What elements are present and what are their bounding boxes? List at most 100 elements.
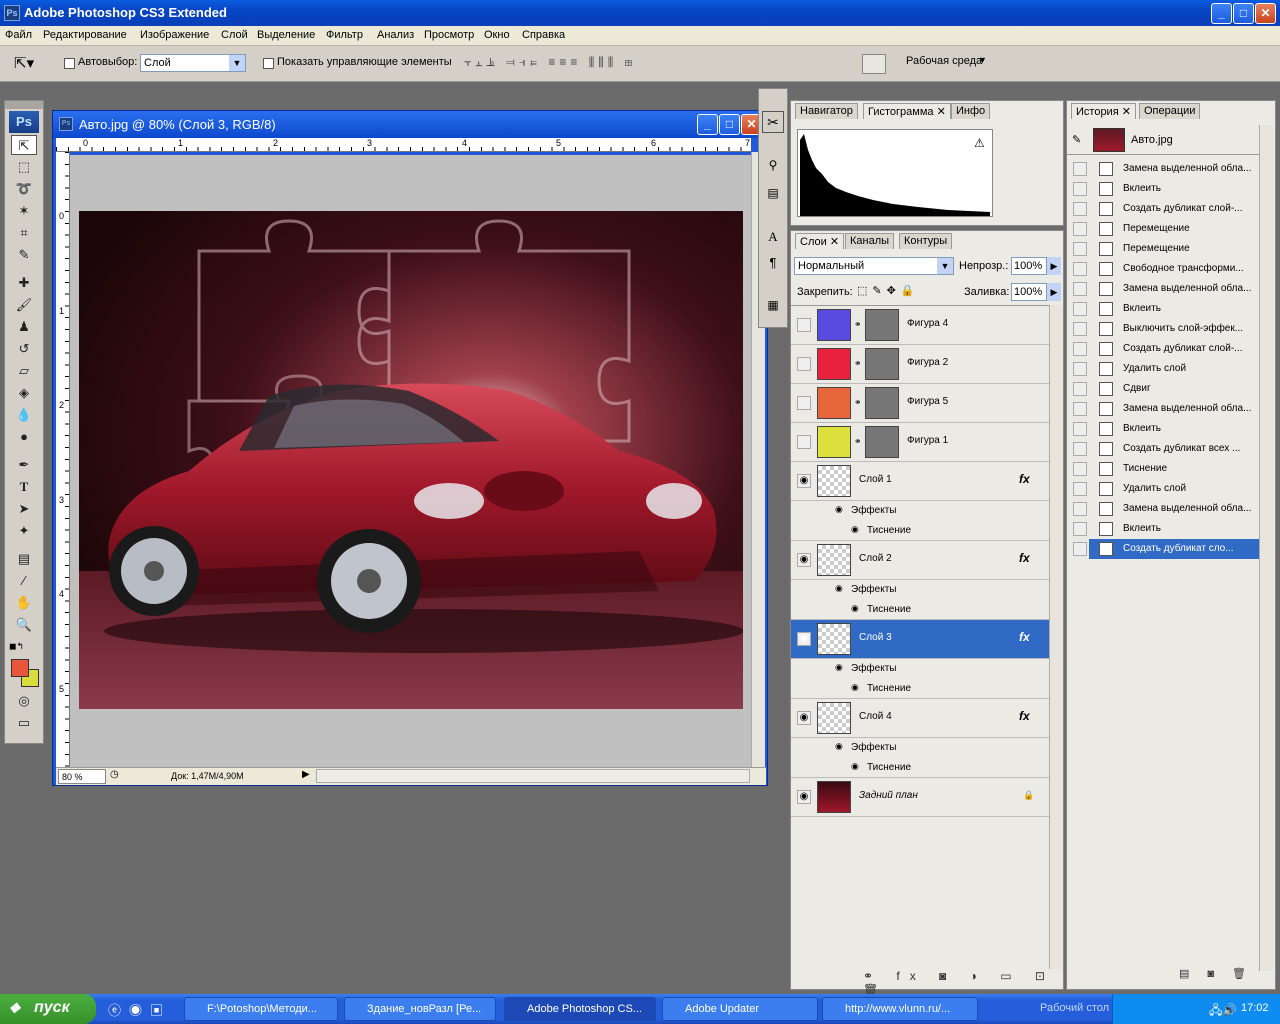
layer-name[interactable]: Фигура 2: [907, 357, 948, 368]
layers-scrollbar[interactable]: [1049, 305, 1063, 969]
task-word-doc[interactable]: Здание_новРазл [Ре...: [344, 997, 496, 1021]
move-tool-icon[interactable]: ⇱: [11, 135, 37, 155]
close-icon[interactable]: ✕: [1122, 106, 1131, 118]
tab-info[interactable]: Инфо: [951, 103, 991, 119]
clone-stamp-icon[interactable]: ♟: [11, 317, 37, 337]
tab-layers[interactable]: Слои ✕: [795, 233, 845, 249]
warning-icon[interactable]: ⚠: [974, 136, 985, 150]
history-item[interactable]: Вклеить: [1067, 299, 1259, 319]
doc-maximize-button[interactable]: □: [719, 114, 740, 135]
history-item[interactable]: Создать дубликат слой-...: [1067, 199, 1259, 219]
history-item[interactable]: Вклеить: [1067, 179, 1259, 199]
eye-icon[interactable]: ◉: [851, 603, 859, 614]
document-image[interactable]: [79, 211, 743, 709]
visibility-eye-icon[interactable]: [797, 435, 811, 449]
eye-icon[interactable]: ◉: [835, 662, 843, 673]
effect-item-row[interactable]: ◉ Тиснение: [791, 758, 1049, 778]
show-controls-checkbox[interactable]: [263, 57, 274, 69]
character-icon[interactable]: A: [762, 227, 784, 249]
effect-item-row[interactable]: ◉ Тиснение: [791, 521, 1049, 541]
history-item[interactable]: Замена выделенной обла...: [1067, 159, 1259, 179]
tab-histogram[interactable]: Гистограмма ✕: [863, 103, 951, 119]
layer-comps-icon[interactable]: ▦: [762, 295, 784, 317]
status-icon[interactable]: ◷: [110, 769, 119, 780]
quick-mask-icon[interactable]: ◎: [11, 691, 37, 711]
maximize-button[interactable]: □: [1233, 3, 1254, 24]
close-icon[interactable]: ✕: [937, 106, 946, 118]
history-source-checkbox[interactable]: [1073, 222, 1087, 236]
visibility-eye-icon[interactable]: [797, 396, 811, 410]
history-source-checkbox[interactable]: [1073, 522, 1087, 536]
fill-slider-arrow-icon[interactable]: ▶: [1047, 283, 1061, 301]
eye-icon[interactable]: ◉: [851, 524, 859, 535]
menu-analysis[interactable]: Анализ: [377, 29, 414, 41]
crop-tool-icon[interactable]: ⌗: [11, 223, 37, 243]
visibility-eye-icon[interactable]: [797, 318, 811, 332]
quick-launch-icons[interactable]: ⓔ◉▣: [108, 1000, 171, 1019]
default-colors-icon[interactable]: ◼↰: [9, 641, 24, 652]
tool-presets-icon[interactable]: ✂: [762, 111, 784, 133]
tray-icons[interactable]: 🖧🔊: [1209, 1001, 1237, 1022]
visibility-eye-icon[interactable]: [797, 357, 811, 371]
workspace-button[interactable]: Рабочая среда: [906, 55, 982, 67]
layer-row[interactable]: ◉ Слой 4 fx: [791, 699, 1049, 738]
lasso-tool-icon[interactable]: ➰: [11, 179, 37, 199]
history-source-checkbox[interactable]: [1073, 382, 1087, 396]
history-brush-icon[interactable]: ↺: [11, 339, 37, 359]
menu-edit[interactable]: Редактирование: [43, 29, 127, 41]
canvas-area[interactable]: [70, 155, 751, 767]
history-item[interactable]: Замена выделенной обла...: [1067, 399, 1259, 419]
history-item[interactable]: Создать дубликат слой-...: [1067, 339, 1259, 359]
effect-item-row[interactable]: ◉ Тиснение: [791, 600, 1049, 620]
opacity-slider-arrow-icon[interactable]: ▶: [1047, 257, 1061, 275]
close-icon[interactable]: ✕: [830, 236, 839, 248]
history-source-checkbox[interactable]: [1073, 462, 1087, 476]
menu-select[interactable]: Выделение: [257, 29, 315, 41]
eye-icon[interactable]: ◉: [851, 761, 859, 772]
horizontal-scrollbar[interactable]: [316, 769, 750, 783]
history-source-checkbox[interactable]: [1073, 422, 1087, 436]
history-source-checkbox[interactable]: [1073, 482, 1087, 496]
layer-name[interactable]: Слой 3: [859, 632, 892, 643]
history-item[interactable]: Замена выделенной обла...: [1067, 499, 1259, 519]
autoselect-dropdown[interactable]: Слой ▼: [140, 54, 246, 72]
history-item[interactable]: Замена выделенной обла...: [1067, 279, 1259, 299]
visibility-eye-icon[interactable]: ◉: [797, 711, 811, 725]
eyedropper-icon[interactable]: ⁄: [11, 571, 37, 591]
effects-row[interactable]: ◉ Эффекты: [791, 738, 1049, 758]
layer-row[interactable]: ◉ Задний план 🔒: [791, 778, 1049, 817]
history-scrollbar[interactable]: [1259, 125, 1273, 971]
eraser-tool-icon[interactable]: ▱: [11, 361, 37, 381]
history-source-checkbox[interactable]: [1073, 202, 1087, 216]
layer-name[interactable]: Слой 2: [859, 553, 892, 564]
slice-tool-icon[interactable]: ✎: [11, 245, 37, 265]
doc-minimize-button[interactable]: _: [697, 114, 718, 135]
paragraph-icon[interactable]: ¶: [762, 253, 784, 275]
align-icons[interactable]: ⫟⫠⫡ ⫤⫣⫢ ≡≡≡ ⫼⫼⫼ ⊞: [464, 55, 636, 70]
fx-icon[interactable]: fx: [1019, 551, 1030, 565]
history-item[interactable]: Сдвиг: [1067, 379, 1259, 399]
effects-row[interactable]: ◉ Эффекты: [791, 501, 1049, 521]
type-tool-icon[interactable]: T: [11, 477, 37, 497]
layer-name[interactable]: Фигура 5: [907, 396, 948, 407]
healing-brush-icon[interactable]: ✚: [11, 273, 37, 293]
history-source-checkbox[interactable]: [1073, 242, 1087, 256]
layer-row[interactable]: Фигура 4 ⚭: [791, 306, 1049, 345]
visibility-eye-icon[interactable]: ◉: [797, 632, 811, 646]
history-source-checkbox[interactable]: [1073, 182, 1087, 196]
layer-name[interactable]: Задний план: [859, 790, 918, 801]
layer-row[interactable]: ◉ Слой 3 fx: [791, 620, 1049, 659]
eye-icon[interactable]: ◉: [835, 741, 843, 752]
fx-icon[interactable]: fx: [1019, 630, 1030, 644]
fx-icon[interactable]: fx: [1019, 472, 1030, 486]
zoom-field[interactable]: 80 %: [58, 769, 106, 784]
effects-row[interactable]: ◉ Эффекты: [791, 580, 1049, 600]
path-select-icon[interactable]: ➤: [11, 499, 37, 519]
brushes-icon[interactable]: ⚲: [762, 155, 784, 177]
screen-mode-icon[interactable]: ▭: [11, 713, 37, 733]
history-source-checkbox[interactable]: [1073, 402, 1087, 416]
history-item[interactable]: Удалить слой: [1067, 359, 1259, 379]
menu-window[interactable]: Окно: [484, 29, 510, 41]
tab-navigator[interactable]: Навигатор: [795, 103, 858, 119]
blend-mode-dropdown[interactable]: Нормальный ▼: [794, 257, 954, 275]
